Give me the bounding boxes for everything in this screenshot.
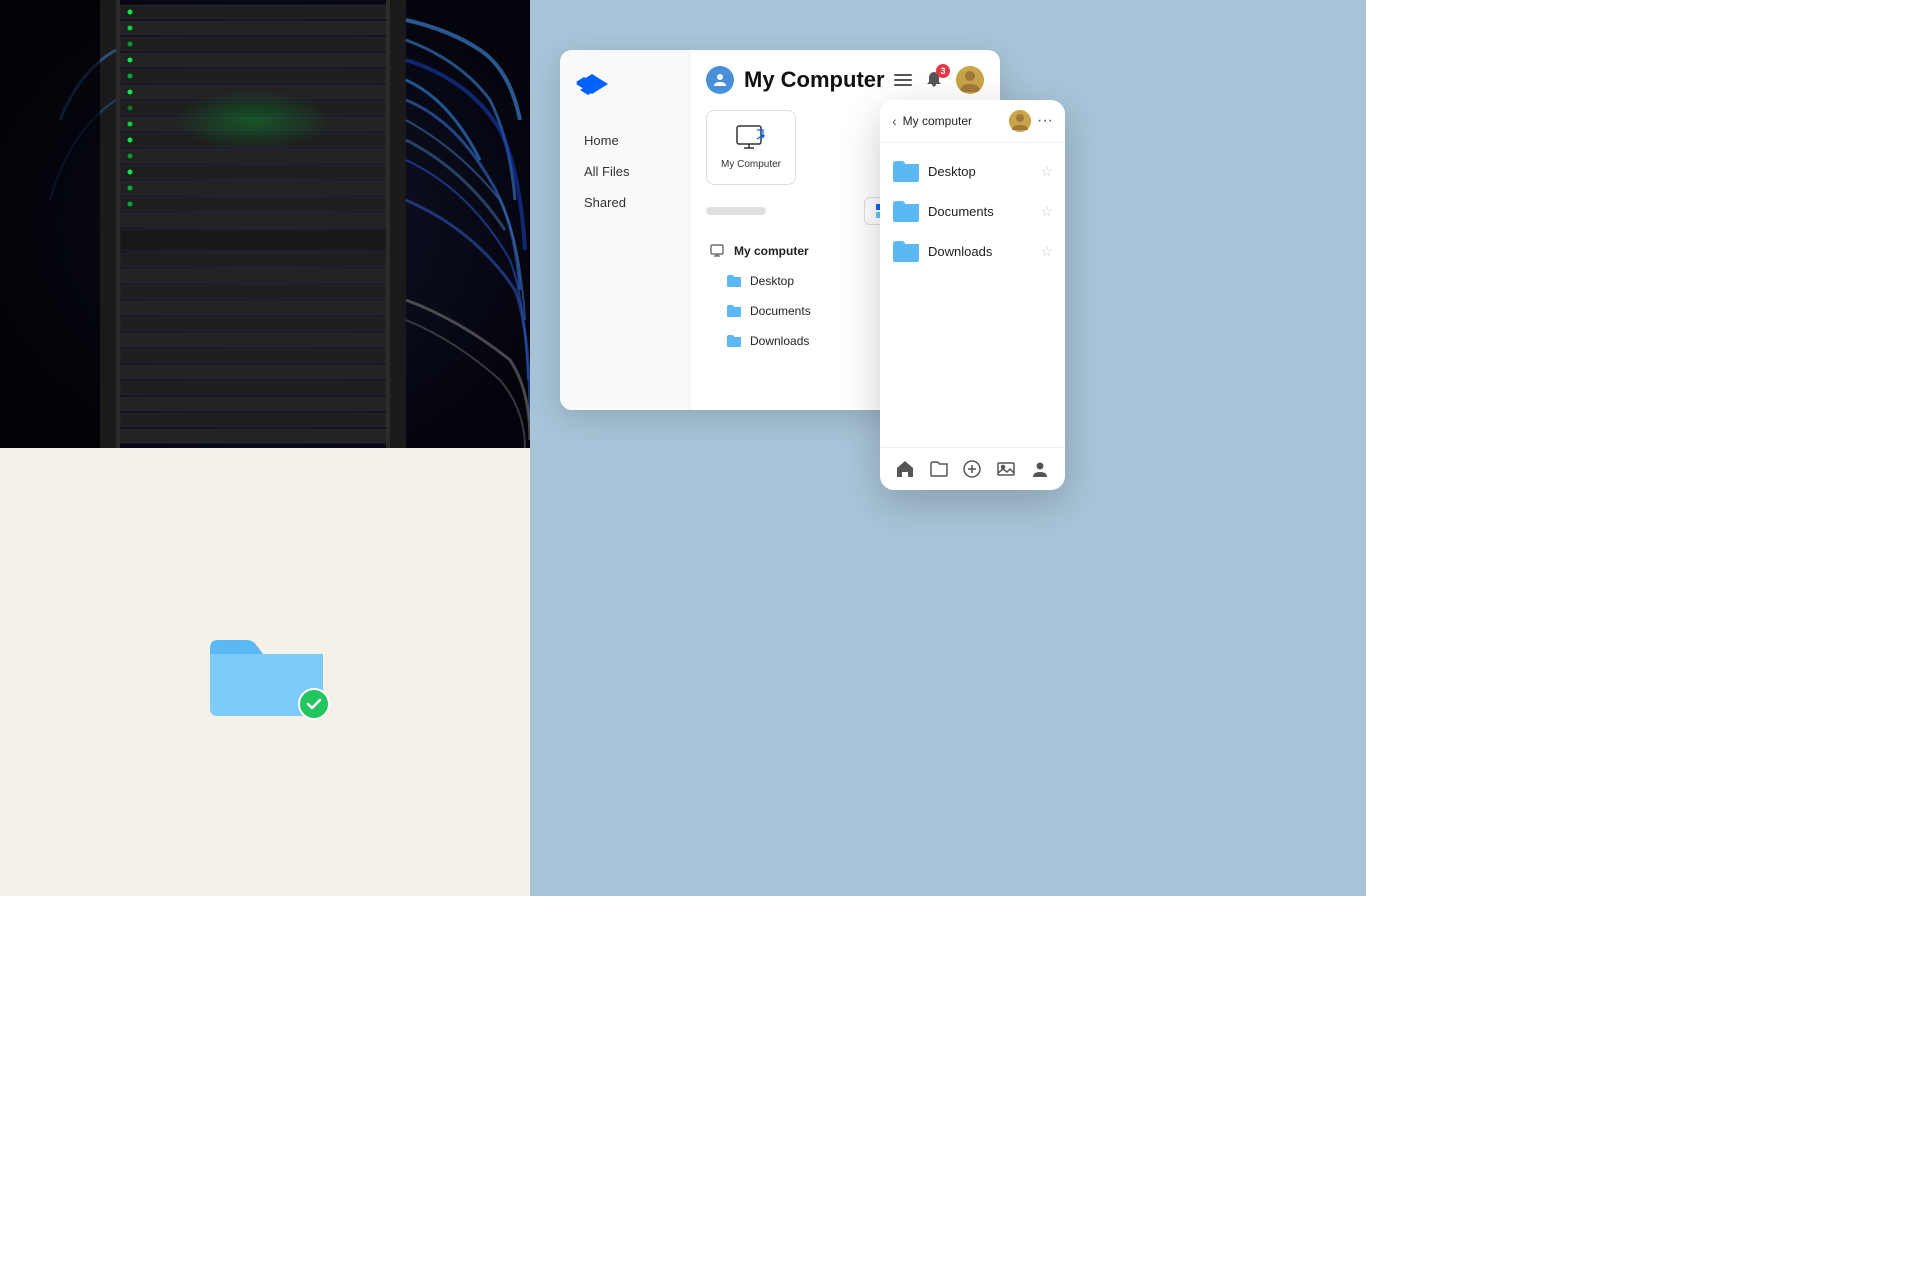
my-computer-card[interactable]: My Computer [706,110,796,185]
folder-icon-documents [726,304,742,318]
bottom-nav-image[interactable] [995,458,1017,480]
downloads-star[interactable]: ☆ [1040,243,1053,260]
sidebar: Home All Files Shared [560,50,690,410]
compact-bottom-nav [880,447,1065,490]
computer-small-icon [710,244,726,258]
search-bar[interactable] [706,207,766,215]
desktop-star[interactable]: ☆ [1040,163,1053,180]
compact-avatar[interactable] [1009,110,1031,132]
window-header: My Computer 3 [706,66,984,94]
compact-file-row-downloads[interactable]: Downloads ☆ [880,231,1065,271]
downloads-folder-name: Downloads [750,334,886,348]
check-badge [298,688,330,720]
sidebar-item-home[interactable]: Home [576,127,673,154]
compact-desktop-name: Desktop [928,164,1032,179]
hamburger-icon[interactable] [894,74,912,86]
blue-background: Home All Files Shared My Computer [530,0,1366,896]
bottom-nav-user[interactable] [1029,458,1051,480]
compact-folder-documents [892,199,920,223]
compact-documents-name: Documents [928,204,1032,219]
sidebar-item-shared[interactable]: Shared [576,189,673,216]
compact-window: ‹ My computer ··· Desktop ☆ [880,100,1065,490]
back-button[interactable]: ‹ [892,113,897,129]
compact-downloads-name: Downloads [928,244,1032,259]
parent-folder-name: My computer [734,244,886,258]
user-avatar[interactable] [956,66,984,94]
compact-folder-desktop [892,159,920,183]
computer-icon [735,125,767,153]
compact-file-row-documents[interactable]: Documents ☆ [880,191,1065,231]
title-row: My Computer [706,66,885,94]
my-computer-card-label: My Computer [721,159,781,170]
compact-file-row-desktop[interactable]: Desktop ☆ [880,151,1065,191]
compact-header: ‹ My computer ··· [880,100,1065,143]
documents-folder-name: Documents [750,304,886,318]
documents-star[interactable]: ☆ [1040,203,1053,220]
compact-title: My computer [903,114,1003,128]
folder-with-checkmark [205,620,325,725]
folder-area [0,448,530,896]
desktop-folder-name: Desktop [750,274,886,288]
folder-icon-downloads [726,334,742,348]
notification-badge: 3 [936,64,950,78]
more-options-button[interactable]: ··· [1037,112,1053,130]
dropbox-logo [576,70,673,107]
bottom-nav-add[interactable] [961,458,983,480]
bottom-nav-home[interactable] [894,458,916,480]
user-icon [706,66,734,94]
compact-folder-downloads [892,239,920,263]
bell-button[interactable]: 3 [920,66,948,94]
window-title: My Computer [744,67,885,93]
header-actions: 3 [894,66,984,94]
bottom-nav-folder[interactable] [928,458,950,480]
compact-file-list: Desktop ☆ Documents ☆ Downloads ☆ [880,143,1065,447]
server-rack-photo [0,0,530,448]
folder-icon-desktop [726,274,742,288]
sidebar-item-all-files[interactable]: All Files [576,158,673,185]
